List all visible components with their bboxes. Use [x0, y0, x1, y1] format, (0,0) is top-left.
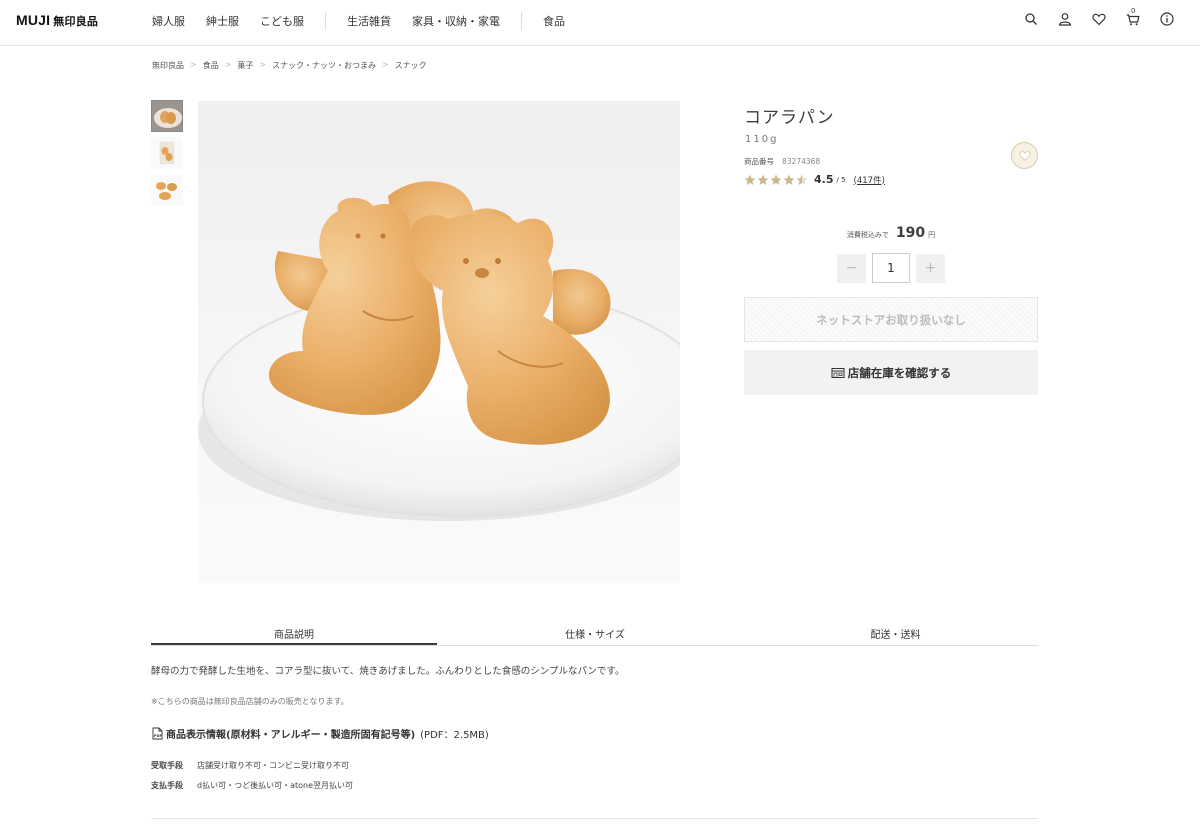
nav-womens[interactable]: 婦人服: [152, 13, 185, 29]
cart-count: 0: [1131, 7, 1136, 15]
star-rating: [744, 174, 808, 186]
breadcrumb: 無印良品 > 食品 > 菓子 > スナック・ナッツ・おつまみ > スナック: [152, 60, 427, 71]
receive-method-row: 受取手段 店舗受け取り不可・コンビニ受け取り不可: [151, 760, 349, 771]
info-icon[interactable]: [1160, 12, 1174, 26]
thumbnail-pieces[interactable]: [151, 174, 183, 206]
product-code-label: 商品番号: [744, 157, 774, 166]
user-icon[interactable]: [1058, 12, 1072, 26]
payment-method-row: 支払手段 d払い可・つど後払い可・atone翌月払い可: [151, 780, 353, 791]
nav-food[interactable]: 食品: [543, 13, 565, 29]
tab-specs[interactable]: 仕様・サイズ: [437, 626, 753, 645]
chevron-right-icon: >: [224, 60, 232, 69]
package-thumbnail-image: [151, 137, 183, 169]
price-tax-label: 消費税込みで: [846, 231, 889, 239]
payment-method-label: 支払手段: [151, 781, 183, 790]
breadcrumb-item-current: スナック: [394, 61, 427, 70]
svg-text:PDF: PDF: [154, 734, 162, 738]
detail-tabs: 商品説明 仕様・サイズ 配送・送料: [151, 626, 1038, 646]
thumbnail-plate[interactable]: [151, 100, 183, 132]
payment-method-value: d払い可・つど後払い可・atone翌月払い可: [197, 781, 354, 790]
nav-household[interactable]: 生活雑貨: [347, 13, 391, 29]
koala-bread-photo: [198, 181, 680, 521]
netstore-unavailable-button: ネットストアお取り扱いなし: [744, 297, 1038, 342]
store-stock-button[interactable]: 店舗在庫を確認する: [744, 350, 1038, 395]
tab-description[interactable]: 商品説明: [151, 626, 437, 645]
breadcrumb-item[interactable]: 食品: [203, 60, 219, 71]
star-icon: [757, 174, 769, 185]
store-only-note: ※こちらの商品は無印良品店舗のみの販売となります。: [151, 697, 349, 706]
tab-shipping[interactable]: 配送・送料: [753, 626, 1038, 645]
nav-furniture[interactable]: 家具・収納・家電: [412, 13, 500, 29]
nav-kids[interactable]: こども服: [260, 13, 304, 29]
rating-out-of: / 5: [836, 175, 846, 184]
chevron-right-icon: >: [381, 60, 389, 69]
breadcrumb-item[interactable]: 無印良品: [152, 60, 184, 71]
chevron-right-icon: >: [190, 60, 197, 69]
nav-divider: [325, 12, 326, 30]
price-block: 消費税込みで 190 円: [744, 225, 1038, 241]
nav-mens[interactable]: 紳士服: [206, 13, 239, 29]
pieces-thumbnail-image: [151, 174, 183, 206]
product-main-image: [198, 101, 680, 583]
star-icon: [770, 174, 782, 185]
store-icon: [831, 367, 845, 378]
koala-bread-thumbnail-image: [152, 101, 182, 131]
divider: [151, 818, 1038, 819]
quantity-stepper: − +: [837, 253, 945, 283]
star-icon: [744, 174, 756, 185]
nav-divider: [521, 12, 522, 30]
receive-method-label: 受取手段: [151, 761, 183, 770]
store-stock-label: 店舗在庫を確認する: [847, 365, 952, 380]
search-icon[interactable]: [1024, 12, 1038, 26]
heart-icon: [1019, 151, 1030, 161]
breadcrumb-item[interactable]: 菓子: [237, 60, 253, 71]
breadcrumb-item[interactable]: スナック・ナッツ・おつまみ: [272, 60, 376, 71]
product-weight: 110g: [745, 134, 779, 145]
product-code-value: 83274368: [782, 157, 821, 166]
thumbnail-list: [151, 100, 183, 211]
header-icons: 0: [1024, 7, 1174, 26]
quantity-decrease-button[interactable]: −: [837, 253, 866, 283]
main-nav: 婦人服 紳士服 こども服 生活雑貨 家具・収納・家電 食品: [152, 12, 586, 30]
rating-score: 4.5: [814, 173, 834, 186]
heart-icon[interactable]: [1092, 12, 1106, 26]
product-info-pdf-link[interactable]: PDF 商品表示情報(原材料・アレルギー・製造所固有記号等) (PDF：2.5MB…: [151, 726, 489, 741]
thumbnail-package[interactable]: [151, 137, 183, 169]
logo-jp: 無印良品: [53, 16, 99, 28]
chevron-right-icon: >: [259, 60, 267, 69]
quantity-input[interactable]: [872, 253, 910, 283]
product-description: 酵母の力で発酵した生地を、コアラ型に抜いて、焼きあげました。ふんわりとした食感の…: [151, 666, 625, 677]
review-count-link[interactable]: (417件): [854, 174, 885, 186]
star-icon: [783, 174, 795, 185]
star-half-icon: [796, 174, 808, 185]
quantity-increase-button[interactable]: +: [916, 253, 945, 283]
product-code: 商品番号 83274368: [744, 156, 820, 167]
cart-button[interactable]: 0: [1126, 7, 1140, 26]
price-value: 190: [895, 225, 926, 241]
pdf-size-label: (PDF：2.5MB): [420, 730, 489, 741]
product-rating: 4.5 / 5 (417件): [744, 173, 885, 186]
logo-en: MUJI: [16, 12, 51, 28]
price-currency: 円: [928, 231, 936, 239]
site-header: MUJI 無印良品 婦人服 紳士服 こども服 生活雑貨 家具・収納・家電 食品 0: [0, 0, 1200, 46]
pdf-icon: PDF: [152, 727, 162, 740]
product-name: コアラパン: [744, 108, 835, 128]
receive-method-value: 店舗受け取り不可・コンビニ受け取り不可: [197, 761, 349, 770]
product-info-label: 商品表示情報(原材料・アレルギー・製造所固有記号等): [166, 730, 416, 741]
muji-logo[interactable]: MUJI 無印良品: [16, 12, 98, 29]
favorite-button[interactable]: [1011, 142, 1038, 169]
